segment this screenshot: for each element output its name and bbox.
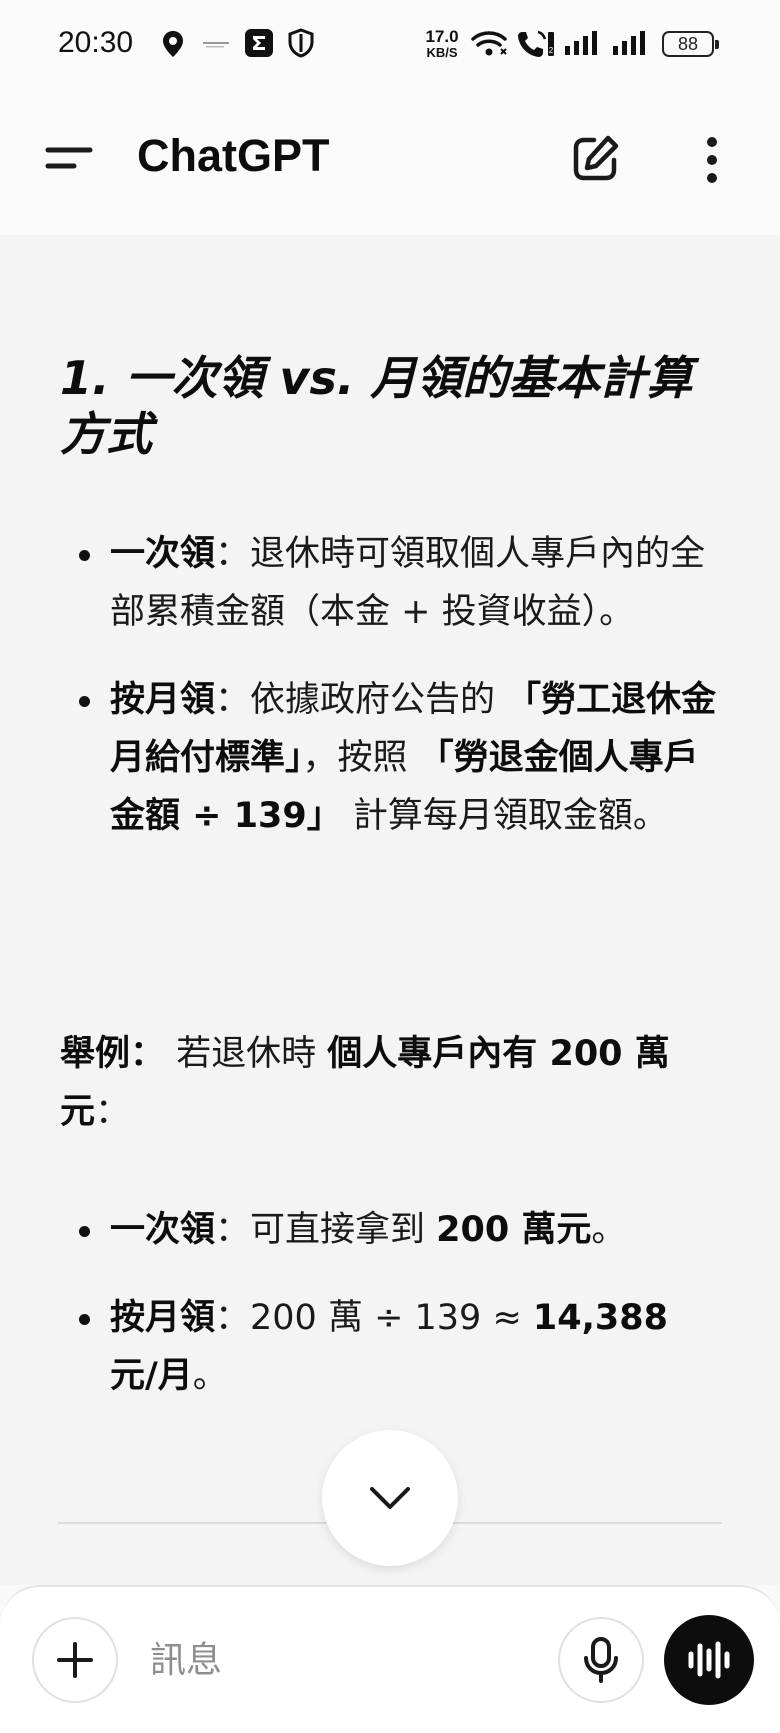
composer (0, 1585, 780, 1733)
network-speed: 17.0 KB/S (422, 28, 462, 59)
bullet-text: ：可直接拿到 (215, 1210, 437, 1250)
dictation-button[interactable] (558, 1617, 644, 1703)
app-notification-icon (245, 29, 273, 57)
bullet-label: 一次領 (110, 534, 216, 574)
chevron-down-icon (370, 1487, 410, 1509)
section-heading: 1. 一次領 vs. 月領的基本計算方式 (60, 351, 693, 461)
realme-icon (203, 42, 229, 48)
example-label: 舉例： (60, 1034, 166, 1074)
call-icon: 2 (518, 30, 554, 57)
bullet-label: 按月領 (110, 680, 216, 720)
bullet-list-example: 一次領：可直接拿到 200 萬元。 按月領：200 萬 ÷ 139 ≈ 14,3… (0, 1201, 780, 1405)
bullet-text: ，按照 (302, 738, 419, 778)
wifi-icon (471, 31, 507, 56)
example-text: 若退休時 (165, 1034, 328, 1074)
bullet-text: ：依據政府公告的 (215, 680, 507, 720)
bullet-text: 計算每月領取金額。 (341, 796, 668, 836)
menu-icon (45, 147, 93, 169)
new-chat-icon (573, 135, 619, 181)
location-icon (163, 31, 183, 57)
svg-text:2: 2 (549, 46, 554, 55)
bullet-label: 按月領 (110, 1298, 216, 1338)
add-attachment-button[interactable] (32, 1617, 118, 1703)
status-bar: 20:30 17.0 KB/S 2 88 (0, 0, 780, 90)
bullet-text: 。 (192, 1356, 228, 1396)
bullet-list-methods: 一次領：退休時可領取個人專戶內的全部累積金額（本金 + 投資收益）。 按月領：依… (0, 525, 780, 845)
screen: 20:30 17.0 KB/S 2 88 ChatGPT 1. 一次領 vs. … (0, 0, 780, 1733)
signal-icon-2 (613, 31, 645, 55)
new-chat-button[interactable] (568, 132, 622, 186)
bullet-text: 。 (591, 1210, 627, 1250)
voice-mode-button[interactable] (664, 1615, 754, 1705)
example-paragraph: 舉例： 若退休時 個人專戶內有 200 萬元： (60, 1025, 720, 1141)
more-vertical-icon (707, 137, 717, 183)
status-time: 20:30 (58, 26, 134, 59)
app-bar: ChatGPT (0, 90, 780, 235)
bullet-strong: 200 萬元 (436, 1210, 592, 1250)
list-item: 按月領：依據政府公告的 「勞工退休金月給付標準」，按照 「勞退金個人專戶金額 ÷… (0, 671, 780, 845)
battery-level: 88 (677, 33, 699, 54)
list-item: 按月領：200 萬 ÷ 139 ≈ 14,388 元/月。 (0, 1289, 780, 1405)
more-options-button[interactable] (690, 130, 734, 190)
battery-icon: 88 (662, 31, 719, 57)
bullet-label: 一次領 (110, 1210, 216, 1250)
plus-icon (57, 1642, 93, 1678)
menu-button[interactable] (40, 134, 96, 182)
microphone-icon (584, 1637, 618, 1683)
signal-icon (565, 31, 597, 55)
message-input[interactable] (150, 1627, 530, 1693)
network-speed-value: 17.0 (425, 27, 459, 46)
list-item: 一次領：可直接拿到 200 萬元。 (0, 1201, 780, 1259)
bullet-text: ：200 萬 ÷ 139 ≈ (215, 1298, 533, 1338)
voice-waveform-icon (688, 1641, 730, 1679)
network-speed-unit: KB/S (426, 45, 458, 60)
scroll-to-bottom-button[interactable] (322, 1430, 458, 1566)
app-title: ChatGPT (137, 130, 330, 181)
list-item: 一次領：退休時可領取個人專戶內的全部累積金額（本金 + 投資收益）。 (0, 525, 780, 641)
shield-icon (288, 28, 314, 58)
chat-content: 1. 一次領 vs. 月領的基本計算方式 一次領：退休時可領取個人專戶內的全部累… (0, 235, 780, 1585)
example-text: ： (95, 1092, 131, 1132)
